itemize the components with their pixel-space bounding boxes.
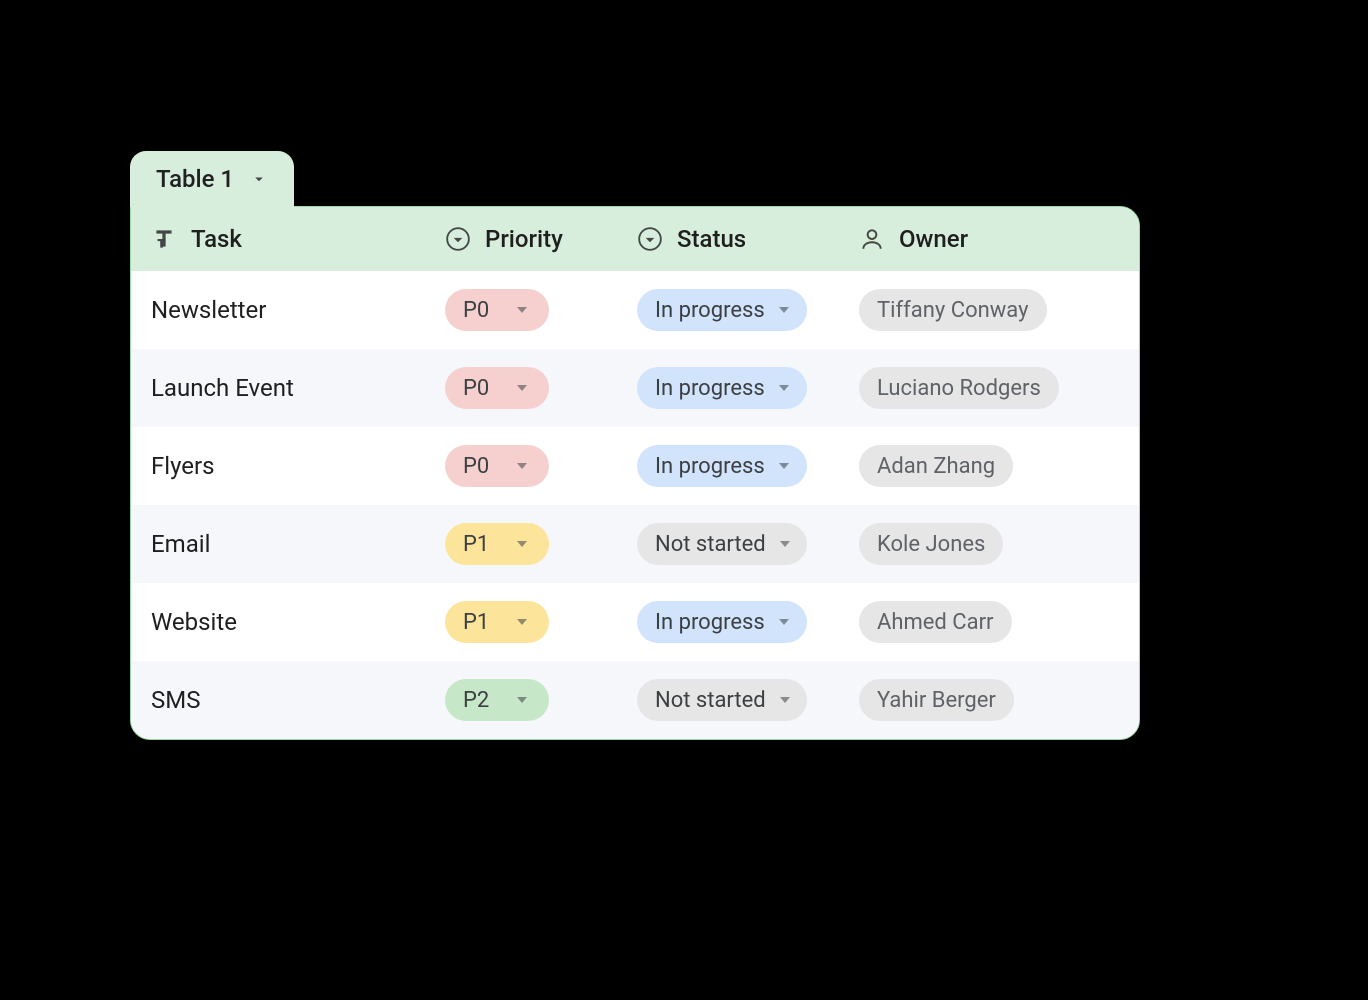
owner-cell: Kole Jones <box>839 505 1139 583</box>
column-header-label: Status <box>677 225 746 253</box>
priority-cell: P2 <box>425 661 617 739</box>
priority-label: P1 <box>463 532 489 557</box>
task-cell[interactable]: Launch Event <box>131 349 425 427</box>
owner-chip[interactable]: Yahir Berger <box>859 679 1014 721</box>
caret-down-icon <box>779 385 789 391</box>
priority-cell: P0 <box>425 427 617 505</box>
table-view-card: Table 1 Task Priority <box>130 150 1140 740</box>
status-chip[interactable]: In progress <box>637 601 807 643</box>
owner-chip[interactable]: Adan Zhang <box>859 445 1013 487</box>
priority-label: P1 <box>463 610 489 635</box>
status-cell: In progress <box>617 583 839 661</box>
priority-chip[interactable]: P2 <box>445 679 549 721</box>
task-cell[interactable]: Newsletter <box>131 271 425 349</box>
caret-down-icon <box>517 385 527 391</box>
caret-down-icon <box>517 463 527 469</box>
column-header-owner[interactable]: Owner <box>839 207 1139 271</box>
caret-down-icon <box>517 541 527 547</box>
priority-chip[interactable]: P0 <box>445 289 549 331</box>
caret-down-icon <box>779 619 789 625</box>
caret-down-icon <box>517 697 527 703</box>
table-row: SMS P2 Not started Yahir Berger <box>131 661 1139 739</box>
status-chip[interactable]: In progress <box>637 367 807 409</box>
owner-chip[interactable]: Ahmed Carr <box>859 601 1012 643</box>
owner-chip[interactable]: Tiffany Conway <box>859 289 1047 331</box>
owner-cell: Ahmed Carr <box>839 583 1139 661</box>
owner-cell: Luciano Rodgers <box>839 349 1139 427</box>
priority-label: P0 <box>463 376 489 401</box>
priority-label: P2 <box>463 688 489 713</box>
column-header-label: Priority <box>485 225 563 253</box>
status-chip[interactable]: Not started <box>637 679 807 721</box>
priority-cell: P1 <box>425 583 617 661</box>
status-chip[interactable]: In progress <box>637 445 807 487</box>
chevron-down-icon <box>250 170 268 188</box>
priority-cell: P0 <box>425 271 617 349</box>
task-cell[interactable]: Email <box>131 505 425 583</box>
status-cell: In progress <box>617 349 839 427</box>
table-container: Task Priority Status Owner <box>130 206 1140 740</box>
table-row: Email P1 Not started Kole Jones <box>131 505 1139 583</box>
status-label: In progress <box>655 610 765 635</box>
caret-down-icon <box>779 307 789 313</box>
status-label: In progress <box>655 376 765 401</box>
column-header-status[interactable]: Status <box>617 207 839 271</box>
status-label: In progress <box>655 454 765 479</box>
column-header-task[interactable]: Task <box>131 207 425 271</box>
column-header-label: Task <box>191 225 242 253</box>
owner-cell: Tiffany Conway <box>839 271 1139 349</box>
priority-chip[interactable]: P0 <box>445 445 549 487</box>
owner-chip[interactable]: Luciano Rodgers <box>859 367 1059 409</box>
table-body: Newsletter P0 In progress Tiffany Conway Lau… <box>131 271 1139 739</box>
status-chip[interactable]: Not started <box>637 523 807 565</box>
priority-chip[interactable]: P1 <box>445 601 549 643</box>
priority-cell: P1 <box>425 505 617 583</box>
column-header-priority[interactable]: Priority <box>425 207 617 271</box>
status-cell: Not started <box>617 505 839 583</box>
status-label: In progress <box>655 298 765 323</box>
owner-cell: Yahir Berger <box>839 661 1139 739</box>
status-cell: In progress <box>617 271 839 349</box>
status-label: Not started <box>655 532 766 557</box>
caret-down-icon <box>517 619 527 625</box>
caret-down-icon <box>517 307 527 313</box>
table-header: Task Priority Status Owner <box>131 207 1139 271</box>
caret-down-icon <box>779 463 789 469</box>
priority-cell: P0 <box>425 349 617 427</box>
dropdown-circle-icon <box>445 226 471 252</box>
status-chip[interactable]: In progress <box>637 289 807 331</box>
table-row: Newsletter P0 In progress Tiffany Conway <box>131 271 1139 349</box>
text-type-icon <box>151 226 177 252</box>
column-header-label: Owner <box>899 225 968 253</box>
table-row: Launch Event P0 In progress Luciano Rodgers <box>131 349 1139 427</box>
dropdown-circle-icon <box>637 226 663 252</box>
table-row: Flyers P0 In progress Adan Zhang <box>131 427 1139 505</box>
person-icon <box>859 226 885 252</box>
table-row: Website P1 In progress Ahmed Carr <box>131 583 1139 661</box>
table-tab[interactable]: Table 1 <box>130 151 294 207</box>
status-label: Not started <box>655 688 766 713</box>
table-tab-label: Table 1 <box>156 165 234 193</box>
priority-chip[interactable]: P0 <box>445 367 549 409</box>
priority-label: P0 <box>463 298 489 323</box>
owner-chip[interactable]: Kole Jones <box>859 523 1003 565</box>
status-cell: In progress <box>617 427 839 505</box>
priority-label: P0 <box>463 454 489 479</box>
task-cell[interactable]: Website <box>131 583 425 661</box>
status-cell: Not started <box>617 661 839 739</box>
owner-cell: Adan Zhang <box>839 427 1139 505</box>
caret-down-icon <box>780 697 790 703</box>
task-cell[interactable]: Flyers <box>131 427 425 505</box>
priority-chip[interactable]: P1 <box>445 523 549 565</box>
task-cell[interactable]: SMS <box>131 661 425 739</box>
caret-down-icon <box>780 541 790 547</box>
